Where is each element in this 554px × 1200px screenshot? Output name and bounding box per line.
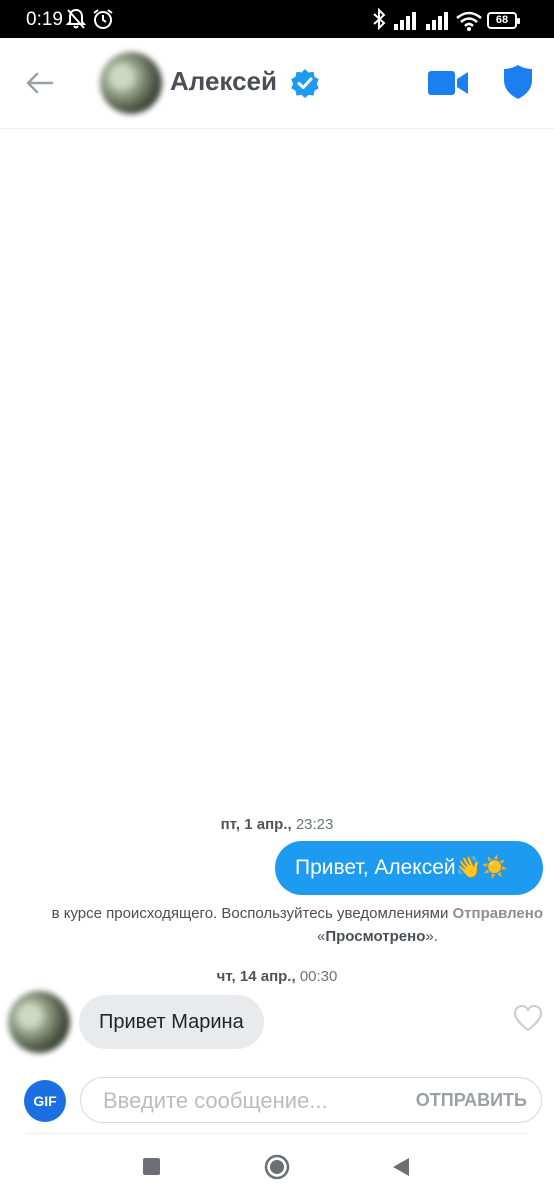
bell-off-icon xyxy=(66,8,86,29)
signal-icon xyxy=(394,12,416,30)
battery-icon: 68 xyxy=(487,12,520,29)
status-time: 0:19 xyxy=(26,9,63,30)
home-icon[interactable] xyxy=(264,1154,290,1180)
alarm-icon xyxy=(93,9,113,29)
date-separator: чт, 14 апр., 00:30 xyxy=(0,968,554,985)
status-bar: 0:19 68 xyxy=(0,0,554,38)
date-day: чт, 14 апр., xyxy=(216,968,296,985)
date-time: 00:30 xyxy=(299,968,338,985)
verified-badge-icon xyxy=(291,69,319,98)
date-time: 23:23 xyxy=(295,816,334,833)
contact-name[interactable]: Алексей xyxy=(170,66,277,97)
notice-quote-close: ». xyxy=(425,928,438,945)
notice-text: в курсе происходящего. Воспользуйтесь ув… xyxy=(51,905,449,922)
gif-button[interactable]: GIF xyxy=(24,1080,66,1122)
shield-icon[interactable] xyxy=(503,64,533,100)
wifi-icon xyxy=(456,11,482,31)
date-separator: пт, 1 апр., 23:23 xyxy=(0,816,554,833)
seen-status: Просмотрено xyxy=(325,928,426,945)
chat-header: Алексей xyxy=(0,38,554,129)
back-arrow-icon[interactable] xyxy=(22,66,56,100)
sender-avatar[interactable] xyxy=(8,991,70,1053)
video-call-icon[interactable] xyxy=(428,68,468,98)
outgoing-message[interactable]: Привет, Алексей👋☀️ xyxy=(275,841,543,895)
sent-status: Отправлено xyxy=(452,905,544,922)
recent-apps-icon[interactable] xyxy=(143,1158,160,1175)
notice-line-2: «Просмотрено». xyxy=(317,928,438,945)
contact-avatar[interactable] xyxy=(100,52,162,114)
signal-icon xyxy=(426,12,448,30)
send-button[interactable]: ОТПРАВИТЬ xyxy=(416,1078,527,1122)
notice-line-1: в курсе происходящего. Воспользуйтесь ув… xyxy=(52,905,543,922)
incoming-message[interactable]: Привет Марина xyxy=(79,995,264,1049)
bluetooth-icon xyxy=(373,8,386,30)
back-icon[interactable] xyxy=(390,1156,412,1178)
date-day: пт, 1 апр., xyxy=(220,816,292,833)
message-composer: ОТПРАВИТЬ xyxy=(80,1077,542,1124)
divider xyxy=(26,1133,528,1134)
heart-icon[interactable] xyxy=(513,1004,543,1032)
message-input[interactable] xyxy=(101,1078,405,1124)
